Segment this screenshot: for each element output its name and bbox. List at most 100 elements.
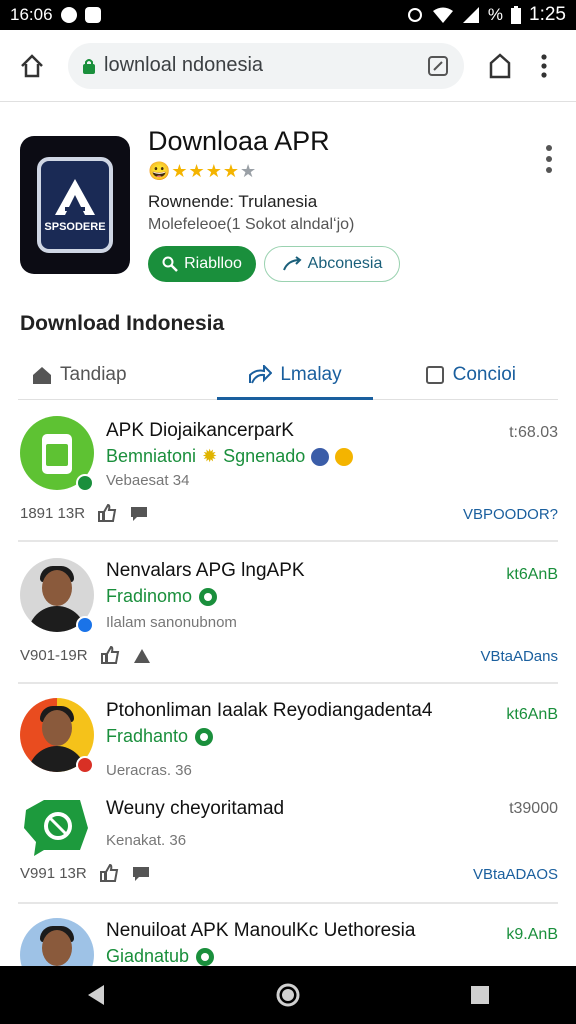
thumbs-up-icon[interactable]	[99, 864, 119, 882]
alarm-icon	[407, 8, 422, 22]
lock-icon	[83, 58, 95, 74]
status-badge	[76, 756, 94, 774]
install-button[interactable]: Riablloo	[148, 246, 256, 282]
item-subtitle: Fradhanto	[106, 726, 214, 747]
item-title: Ptohonliman Iaalak Reyodiangadenta4	[106, 700, 433, 721]
notification-icon	[84, 7, 101, 23]
home-nav-button[interactable]	[268, 975, 308, 1015]
signal-icon	[462, 7, 479, 23]
list-item[interactable]: Ptohonliman Iaalak Reyodiangadenta4 Frad…	[0, 692, 576, 788]
divider	[18, 902, 558, 904]
check-circle-icon	[195, 727, 214, 746]
wifi-icon	[432, 7, 453, 23]
item-title: Nenuiloat APK ManoulKc Uethoresia	[106, 920, 416, 941]
sun-icon: ✹	[202, 446, 218, 466]
item-action-link[interactable]: VBPOODOR?	[463, 506, 558, 523]
tab-concioi[interactable]: Concioi	[383, 350, 558, 399]
item-sub-label: Fradhanto	[106, 726, 189, 746]
battery-icon	[511, 6, 522, 24]
item-sub-label: Giadnatub	[106, 946, 190, 966]
item-sub-label: Fradinomo	[106, 586, 193, 606]
divider	[18, 682, 558, 684]
tab-lmalay[interactable]: Lmalay	[207, 350, 382, 400]
item-count: V901-19R	[20, 646, 88, 664]
menu-button[interactable]	[522, 44, 566, 88]
chat-bubble-icon	[24, 800, 88, 856]
app-header: SPSODERE Downloaa APR 😀★★★★★ Rownende: T…	[0, 118, 576, 288]
item-size: kt6AnB	[506, 566, 558, 583]
item-meta: Ueracras. 36	[106, 762, 192, 779]
tab-label: Tandiap	[60, 363, 127, 385]
item-action-link[interactable]: VBtaADAOS	[473, 866, 558, 883]
verified-badge	[76, 616, 94, 634]
tab-label: Concioi	[452, 363, 516, 385]
list-item[interactable]: Weuny cheyoritamad Kenakat. 36 t39000 V9…	[0, 790, 576, 900]
item-title: Weuny cheyoritamad	[106, 798, 285, 819]
list-item[interactable]: Nenuiloat APK ManoulKc Uethoresia Giadna…	[0, 912, 576, 966]
item-title: Nenvalars APG lngAPK	[106, 560, 305, 581]
item-subtitle: Bemniatoni ✹ Sgnenado	[106, 446, 354, 467]
url-text[interactable]: lownloal ndonesia	[104, 54, 426, 77]
app-developer: Rownende: Trulanesia	[148, 192, 318, 211]
share-icon[interactable]	[132, 646, 152, 664]
item-size: kt6AnB	[506, 706, 558, 723]
bookmark-button[interactable]	[478, 44, 522, 88]
item-subtitle: Fradinomo	[106, 586, 218, 607]
tab-label: Lmalay	[280, 363, 342, 385]
status-bar: 16:06 % 1:25	[0, 0, 576, 30]
globe-icon	[311, 447, 330, 466]
rating-emoji: 😀	[148, 161, 172, 181]
item-meta: Kenakat. 36	[106, 832, 187, 849]
back-icon	[88, 985, 104, 1005]
comment-icon[interactable]	[129, 504, 149, 522]
install-label: Riablloo	[184, 255, 242, 272]
tab-bar: Tandiap Lmalay Concioi	[18, 350, 558, 400]
list-item[interactable]: Nenvalars APG lngAPK Fradinomo Ilalam sa…	[0, 552, 576, 680]
search-icon	[162, 256, 178, 272]
share-label: Abconesia	[307, 255, 383, 272]
recents-button[interactable]	[460, 975, 500, 1015]
tabs-icon[interactable]	[426, 54, 450, 78]
item-footer: V901-19R	[20, 646, 152, 664]
item-meta: Ilalam sanonubnom	[106, 614, 237, 631]
tab-tandiap[interactable]: Tandiap	[18, 350, 207, 399]
bookmark-icon	[489, 52, 511, 78]
status-time: 1:25	[529, 4, 566, 25]
home-circle-icon	[276, 983, 300, 1007]
menu-dots-icon	[541, 53, 547, 78]
check-circle-icon	[199, 587, 218, 606]
share-button[interactable]: Abconesia	[264, 246, 400, 282]
home-tab-icon	[33, 366, 51, 384]
status-left-time: 16:06	[10, 5, 53, 24]
item-meta: Vebaesat 34	[106, 472, 190, 489]
divider	[18, 540, 558, 542]
app-logo: SPSODERE	[20, 136, 130, 274]
shield-logo-icon: SPSODERE	[37, 157, 113, 253]
thumbs-up-icon[interactable]	[97, 504, 117, 522]
item-action-link[interactable]: VBtaADans	[480, 648, 558, 665]
system-nav-bar	[0, 966, 576, 1024]
comment-icon[interactable]	[131, 864, 151, 882]
item-size: t39000	[509, 800, 558, 817]
list-item[interactable]: APK DiojaikancerparK Bemniatoni ✹ Sgnena…	[0, 410, 576, 538]
share-tab-icon	[249, 364, 273, 383]
square-tab-icon	[425, 365, 444, 384]
home-button[interactable]	[10, 44, 54, 88]
app-title: Downloaa APR	[148, 126, 330, 156]
back-button[interactable]	[76, 975, 116, 1015]
item-count: V991 13R	[20, 864, 87, 882]
item-size: k9.AnB	[506, 926, 558, 943]
battery-label: %	[487, 5, 504, 24]
url-bar[interactable]: lownloal ndonesia	[68, 42, 464, 89]
more-options-icon[interactable]	[544, 144, 554, 174]
whatsapp-icon	[60, 7, 77, 23]
item-footer: V991 13R	[20, 864, 151, 882]
thumbs-up-icon[interactable]	[100, 646, 120, 664]
rating-stars-filled: ★★★★	[171, 161, 240, 181]
item-subtitle: Giadnatub	[106, 946, 215, 966]
item-sub-label-2: Sgnenado	[223, 446, 306, 466]
section-title: Download Indonesia	[20, 312, 225, 335]
emoji-icon	[335, 447, 354, 466]
recents-icon	[471, 986, 489, 1004]
app-meta: Molefeleoe(1 Sokot alndalʻjo)	[148, 216, 355, 233]
